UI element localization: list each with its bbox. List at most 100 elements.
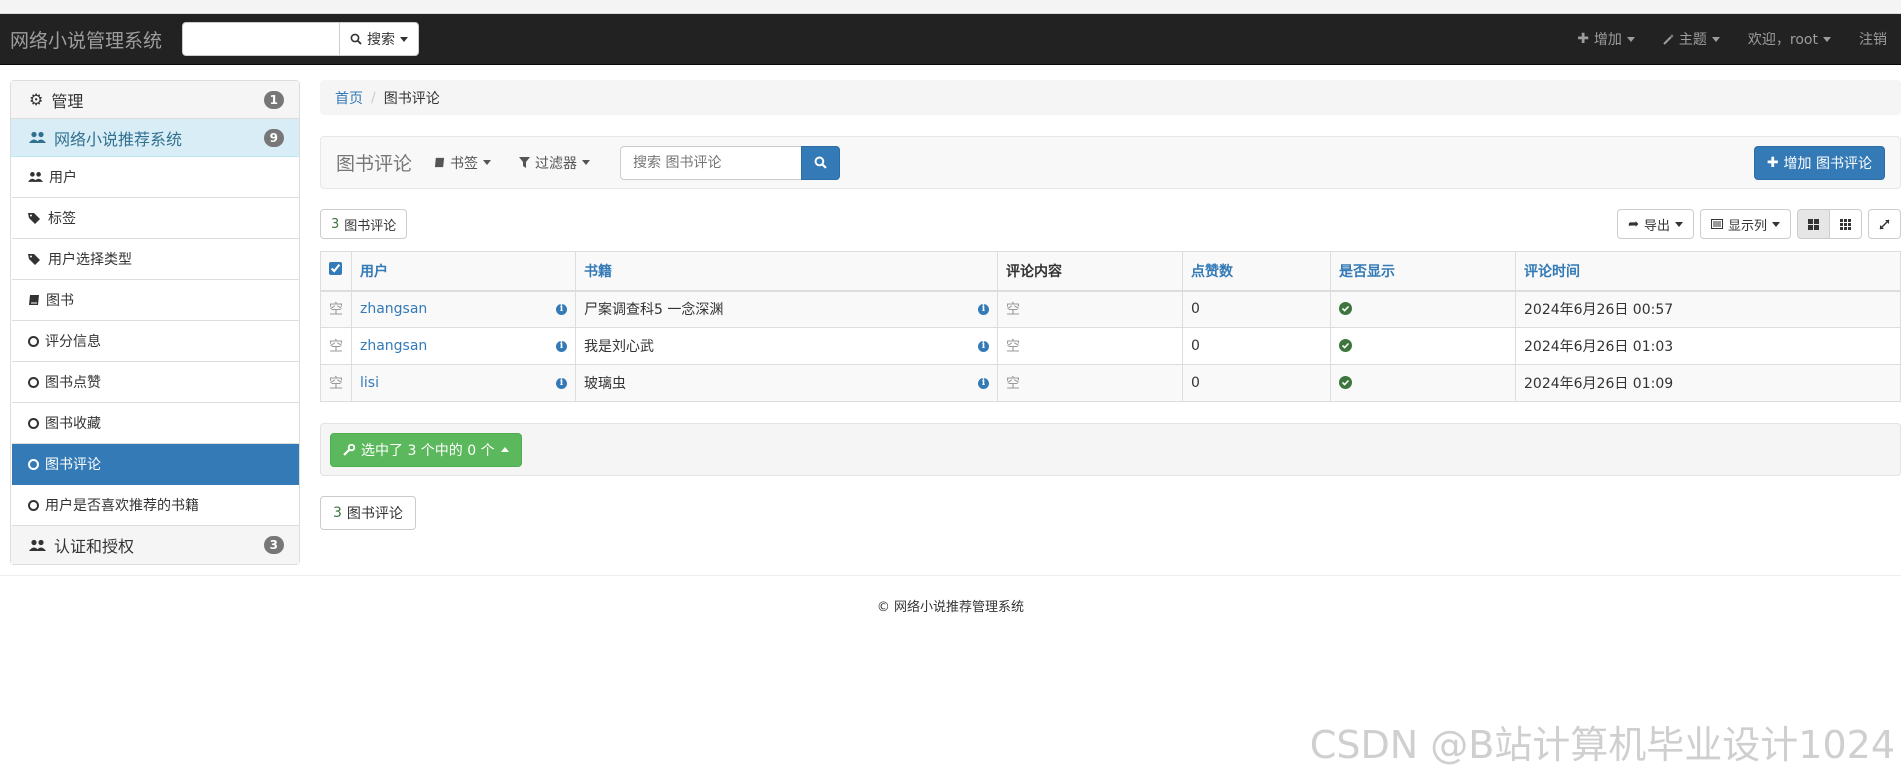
fullscreen-icon [1879,219,1890,229]
sort-likes-link[interactable]: 点赞数 [1191,264,1233,280]
sidebar-group-admin[interactable]: ⚙ 管理 1 [11,81,299,119]
breadcrumb-home-link[interactable]: 首页 [335,88,363,108]
count-badge: 3 [263,536,284,554]
sidebar-item-tags[interactable]: 标签 [12,198,299,239]
brand-title[interactable]: 网络小说管理系统 [0,26,182,53]
user-link[interactable]: zhangsan [360,338,427,354]
sidebar-group-auth[interactable]: 认证和授权 3 [11,526,299,564]
search-icon [814,156,827,169]
sidebar-group-novel-system[interactable]: 网络小说推荐系统 9 [11,119,299,157]
comments-table: 用户 书籍 评论内容 点赞数 是否显示 评论时间 空 zhangsan i 尸案调… [320,251,1901,402]
bulk-action-button[interactable]: 选中了 3 个中的 0 个 [330,432,522,467]
list-search-button[interactable] [801,145,841,180]
info-icon[interactable]: i [978,340,989,352]
chevron-up-icon [500,447,509,452]
sort-book-link[interactable]: 书籍 [584,264,612,280]
book-cell: 我是刘心武 i [575,327,998,365]
column-header-book[interactable]: 书籍 [575,251,998,292]
book-cell: 尸案调查科5 一念深渊 i [575,290,998,328]
time-cell: 2024年6月26日 01:09 [1515,364,1901,402]
book-icon [29,295,39,305]
chevron-down-icon [1772,221,1780,227]
fullscreen-button[interactable] [1868,209,1901,239]
footer-copyright: © 网络小说推荐管理系统 [876,600,1025,615]
magic-wand-icon [1663,33,1674,45]
sidebar-item-label: 评分信息 [45,334,101,350]
row-mark: 空 [320,290,352,328]
sidebar-item-ratings[interactable]: 评分信息 [12,321,299,362]
sidebar-item-books[interactable]: 图书 [12,280,299,321]
result-count-label: 图书评论 [346,506,403,522]
sidebar-group-label: 网络小说推荐系统 [54,129,183,149]
chevron-down-icon [1823,36,1831,42]
add-comment-button[interactable]: ✚ 增加 图书评论 [1753,145,1885,180]
export-button[interactable]: ➦ 导出 [1617,209,1694,239]
plus-icon: ✚ [1577,31,1589,47]
nav-search-form: 搜索 [182,22,419,56]
nav-search-button[interactable]: 搜索 [339,22,419,56]
chevron-down-icon [1626,36,1635,42]
layout-grid-button[interactable] [1829,209,1862,239]
check-circle-icon [1339,376,1352,389]
table-row[interactable]: 空 zhangsan i 尸案调查科5 一念深渊 i 空 0 2024年6月26日 … [320,290,1901,328]
user-cell: zhangsan i [351,290,576,328]
sort-user-link[interactable]: 用户 [360,264,388,280]
user-cell: zhangsan i [351,327,576,365]
sidebar-item-label: 图书 [46,293,74,309]
nav-logout-link[interactable]: 注销 [1845,29,1901,49]
bulk-action-label: 选中了 3 个中的 0 个 [361,442,495,459]
filter-icon [519,157,531,168]
nav-theme-menu[interactable]: 主题 [1649,29,1734,49]
book-title: 尸案调查科5 一念深渊 [584,302,724,319]
info-icon[interactable]: i [978,377,989,389]
user-link[interactable]: lisi [360,375,379,391]
th-large-icon [1808,218,1819,230]
info-icon[interactable]: i [978,303,989,315]
sidebar-item-user-choice-type[interactable]: 用户选择类型 [12,239,299,280]
chevron-down-icon [400,36,408,42]
layout-table-button[interactable] [1797,209,1830,239]
nav-add-label: 增加 [1593,32,1622,48]
columns-button[interactable]: 显示列 [1699,209,1791,239]
check-circle-icon [1339,339,1352,352]
nav-user-menu[interactable]: 欢迎，root [1734,29,1845,49]
filters-dropdown[interactable]: 过滤器 [519,153,591,173]
user-link[interactable]: zhangsan [360,301,427,317]
nav-add-menu[interactable]: ✚ 增加 [1563,29,1649,49]
breadcrumb-separator: / [371,89,376,106]
nav-search-input[interactable] [182,22,340,56]
sidebar-group-label: 认证和授权 [54,537,135,556]
column-header-visible[interactable]: 是否显示 [1330,251,1516,292]
sidebar-item-label: 图书点赞 [45,375,101,391]
sidebar-item-book-comments[interactable]: 图书评论 [12,444,299,485]
bottom-count-wrap: 3 图书评论 [320,496,1901,530]
sidebar-item-users[interactable]: 用户 [12,157,299,198]
sidebar-item-recommend-feedback[interactable]: 用户是否喜欢推荐的书籍 [12,485,299,526]
time-cell: 2024年6月26日 01:03 [1515,327,1901,365]
circle-icon [28,335,39,347]
info-icon[interactable]: i [556,303,567,315]
column-header-likes[interactable]: 点赞数 [1182,251,1331,292]
count-badge: 1 [263,90,284,109]
sidebar-item-book-favorites[interactable]: 图书收藏 [12,403,299,444]
bookmarks-dropdown[interactable]: 书签 [434,153,492,173]
sort-visible-link[interactable]: 是否显示 [1339,264,1395,280]
list-search-form [620,145,841,180]
columns-label: 显示列 [1727,218,1767,234]
table-row[interactable]: 空 zhangsan i 我是刘心武 i 空 0 2024年6月26日 01:03 [320,327,1901,365]
sort-time-link[interactable]: 评论时间 [1524,264,1580,280]
info-icon[interactable]: i [556,340,567,352]
list-search-input[interactable] [620,145,803,180]
circle-icon [28,499,39,511]
info-icon[interactable]: i [556,377,567,389]
page-title: 图书评论 [336,153,413,175]
search-icon [350,33,362,45]
column-header-time[interactable]: 评论时间 [1515,251,1901,292]
table-row[interactable]: 空 lisi i 玻璃虫 i 空 0 2024年6月26日 01:09 [320,364,1901,402]
list-alt-icon [1710,219,1723,229]
select-all-checkbox[interactable] [329,262,342,276]
visible-cell [1330,327,1516,365]
row-mark: 空 [320,364,352,402]
column-header-user[interactable]: 用户 [351,251,576,292]
sidebar-item-book-likes[interactable]: 图书点赞 [12,362,299,403]
